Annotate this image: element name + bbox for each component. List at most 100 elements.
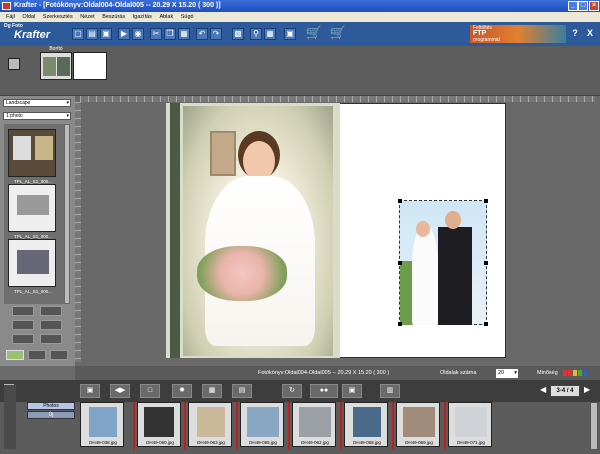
photo-thumb[interactable]: DH49-071.jpg: [448, 402, 492, 447]
photo-edit-button[interactable]: ▣: [80, 384, 100, 398]
photo-thumb[interactable]: DH49-060.jpg: [137, 402, 181, 447]
cart-add-icon[interactable]: 🛒: [328, 26, 348, 40]
lock-icon[interactable]: ▣: [284, 28, 296, 40]
grid-icon[interactable]: ▦: [264, 28, 276, 40]
resize-handle[interactable]: [484, 199, 488, 203]
open-icon[interactable]: ▤: [86, 28, 98, 40]
bride-photo[interactable]: [183, 106, 333, 356]
used-marker: [184, 402, 186, 450]
cover-thumb[interactable]: [40, 52, 72, 80]
ftp-upload-banner[interactable]: Feltöltés FTP programmal: [470, 25, 566, 43]
menu-align[interactable]: Igazítás: [133, 14, 152, 20]
save-icon[interactable]: ▣: [100, 28, 112, 40]
photo-count-select[interactable]: 1 photo ▾: [3, 112, 71, 120]
menu-insert[interactable]: Beszúrás: [102, 14, 125, 20]
menu-help[interactable]: Súgó: [181, 14, 194, 20]
layout-button-2[interactable]: [40, 306, 62, 316]
slideshow-button[interactable]: ▥: [380, 384, 400, 398]
resize-handle[interactable]: [398, 322, 402, 326]
template-thumb[interactable]: TPL_AL_S1_000...: [8, 184, 56, 239]
zoom-icon[interactable]: ⚲: [250, 28, 262, 40]
page-strip: Borító: [0, 46, 600, 96]
cart-icon[interactable]: 🛒: [304, 26, 324, 40]
preview-icon[interactable]: ◉: [132, 28, 144, 40]
new-icon[interactable]: ▢: [72, 28, 84, 40]
page-counter: 3-4 / 4: [550, 385, 580, 397]
bouquet: [197, 246, 287, 301]
filter-button[interactable]: ▦: [202, 384, 222, 398]
copy-icon[interactable]: ❐: [164, 28, 176, 40]
photo-filename: DH49-038.jpg: [89, 440, 117, 445]
next-page-icon[interactable]: ▶: [584, 385, 592, 395]
photo-filename: DH49-062.jpg: [301, 440, 329, 445]
undo-icon[interactable]: ↶: [196, 28, 208, 40]
play-icon[interactable]: ▶: [118, 28, 130, 40]
maximize-button[interactable]: □: [578, 1, 588, 11]
template-thumb[interactable]: TPL_AL_S1_000...: [8, 129, 56, 184]
krafter-logo: Dg Foto Krafter: [2, 23, 70, 45]
photo-thumb[interactable]: DH49-068.jpg: [344, 402, 388, 447]
layout-button-5[interactable]: [12, 334, 34, 344]
menu-file[interactable]: Fájl: [6, 14, 15, 20]
photo-thumb[interactable]: DH49-062.jpg: [292, 402, 336, 447]
filmstrip-scrollbar[interactable]: [590, 402, 598, 450]
paste-icon[interactable]: ▦: [178, 28, 190, 40]
main-toolbar: Dg Foto Krafter ▢ ▤ ▣ ▶ ◉ ✂ ❐ ▦ ↶ ↷ ▩ ⚲ …: [0, 22, 600, 46]
redo-icon[interactable]: ↷: [210, 28, 222, 40]
view-mode-button-3[interactable]: [50, 350, 68, 360]
chevron-down-icon: ▾: [66, 113, 69, 119]
color-button[interactable]: ●●: [310, 384, 338, 398]
flip-button[interactable]: ◀▶: [110, 384, 130, 398]
tab-new[interactable]: Új: [27, 411, 75, 419]
page-strip-icon[interactable]: [8, 58, 20, 70]
menu-edit[interactable]: Szerkesztés: [43, 14, 73, 20]
cut-icon[interactable]: ✂: [150, 28, 162, 40]
menu-page[interactable]: Oldal: [22, 14, 35, 20]
horizontal-ruler: [80, 96, 595, 102]
crop-button[interactable]: ▤: [232, 384, 252, 398]
view-mode-button-2[interactable]: [28, 350, 46, 360]
couple-photo[interactable]: [398, 199, 488, 326]
template-thumb[interactable]: TPL_AL_S1_000...: [8, 239, 56, 294]
photo-thumb[interactable]: DH49-065.jpg: [240, 402, 284, 447]
photo-thumb[interactable]: DH49-063.jpg: [188, 402, 232, 447]
photo-filename: DH49-068.jpg: [353, 440, 381, 445]
rotate-button[interactable]: ↻: [282, 384, 302, 398]
photo-filename: DH49-060.jpg: [146, 440, 174, 445]
close-icon[interactable]: X: [584, 28, 596, 40]
layout-button-1[interactable]: [12, 306, 34, 316]
template-scrollbar[interactable]: [64, 124, 70, 304]
resize-handle[interactable]: [484, 261, 488, 265]
resize-handle[interactable]: [484, 322, 488, 326]
photo-thumb[interactable]: DH49-069.jpg: [396, 402, 440, 447]
effect-button[interactable]: ✸: [172, 384, 192, 398]
layout-button-4[interactable]: [40, 320, 62, 330]
page-thumb[interactable]: [73, 52, 107, 80]
bride-face: [243, 141, 275, 181]
vertical-ruler: [75, 102, 81, 362]
frame-button[interactable]: □: [140, 384, 160, 398]
pages-count-select[interactable]: 20 ▾: [496, 369, 518, 378]
resize-handle[interactable]: [398, 199, 402, 203]
photo-filename: DH49-065.jpg: [249, 440, 277, 445]
view-mode-button-1[interactable]: [6, 350, 24, 360]
prev-page-icon[interactable]: ◀: [540, 385, 548, 395]
tab-photos[interactable]: Photos: [27, 402, 75, 410]
used-marker: [133, 402, 135, 450]
help-icon[interactable]: ?: [569, 28, 581, 40]
menu-view[interactable]: Nézet: [80, 14, 94, 20]
layout-button-6[interactable]: [40, 334, 62, 344]
image-icon[interactable]: ▩: [232, 28, 244, 40]
enhance-button[interactable]: ▣: [342, 384, 362, 398]
minimize-button[interactable]: _: [568, 1, 578, 11]
layout-button-3[interactable]: [12, 320, 34, 330]
resize-handle[interactable]: [398, 261, 402, 265]
used-marker: [340, 402, 342, 450]
used-marker: [288, 402, 290, 450]
groom-figure: [438, 227, 472, 325]
chevron-down-icon: ▾: [514, 370, 517, 376]
photo-thumb[interactable]: DH49-038.jpg: [80, 402, 124, 447]
window-close-button[interactable]: ×: [589, 1, 599, 11]
layout-select[interactable]: Landscape ▾: [3, 99, 71, 107]
menu-window[interactable]: Ablak: [159, 14, 173, 20]
